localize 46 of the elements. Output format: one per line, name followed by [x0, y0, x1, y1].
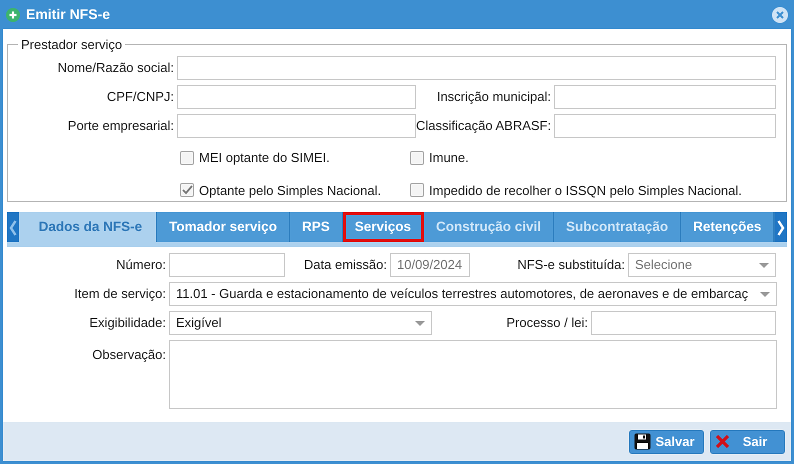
tab[interactable]: Serviços — [342, 212, 424, 242]
caret-icon — [760, 292, 770, 296]
field-label: Observação: — [91, 346, 167, 364]
input-field[interactable] — [591, 311, 776, 335]
scroll-left-button[interactable] — [7, 212, 19, 242]
field-label: CPF/CNPJ: — [106, 88, 175, 106]
select-field[interactable]: 11.01 - Guarda e estacionamento de veículos terrestres automotores, de aeronaves e de embarcaç — [169, 282, 777, 306]
field-label: Inscrição municipal: — [436, 88, 552, 106]
input-field[interactable] — [177, 114, 416, 138]
chevron-left-icon — [8, 220, 17, 236]
checkbox[interactable] — [180, 150, 194, 165]
checkbox[interactable] — [180, 183, 194, 198]
add-icon — [6, 8, 20, 22]
section-legend: Prestador serviço — [18, 38, 126, 51]
select-field[interactable]: Exigível — [169, 311, 432, 335]
text-area[interactable] — [169, 340, 777, 409]
checkbox[interactable] — [410, 150, 424, 165]
checkbox-label: MEI optante do SIMEI. — [199, 149, 330, 167]
checkbox[interactable] — [410, 183, 424, 198]
field-label: NFS-e substituída: — [516, 256, 626, 274]
field-label: Classificação ABRASF: — [416, 117, 552, 136]
field-label: Nome/Razão social: — [56, 59, 175, 78]
tab[interactable]: Dados da NFS-e — [18, 212, 158, 242]
close-icon[interactable] — [772, 6, 788, 22]
input-field[interactable] — [554, 85, 776, 109]
checkbox-label: Impedido de recolher o ISSQN pelo Simples Nacional. — [429, 182, 742, 200]
field-label: Porte empresarial: — [66, 117, 175, 136]
scroll-right-button[interactable] — [775, 212, 787, 242]
checkbox-label: Optante pelo Simples Nacional. — [199, 182, 382, 200]
field-label: Exigibilidade: — [88, 314, 167, 332]
checkbox-label: Imune. — [429, 149, 469, 167]
input-field[interactable] — [177, 56, 776, 80]
input-field[interactable] — [177, 85, 416, 109]
caret-icon — [759, 262, 769, 268]
field-label: Data emissão: — [302, 256, 388, 274]
close-icon — [715, 434, 730, 449]
field-label: Processo / lei: — [505, 314, 589, 332]
field-label: Número: — [115, 256, 167, 274]
input-field[interactable] — [554, 114, 776, 138]
field-label: Item de serviço: — [73, 285, 167, 304]
chevron-right-icon — [777, 220, 786, 236]
window-title: Emitir NFS-e — [26, 5, 110, 24]
save-button[interactable]: Salvar — [629, 430, 704, 454]
input-field[interactable] — [169, 253, 285, 277]
exit-button[interactable]: Sair — [710, 430, 785, 454]
caret-icon — [415, 320, 425, 326]
